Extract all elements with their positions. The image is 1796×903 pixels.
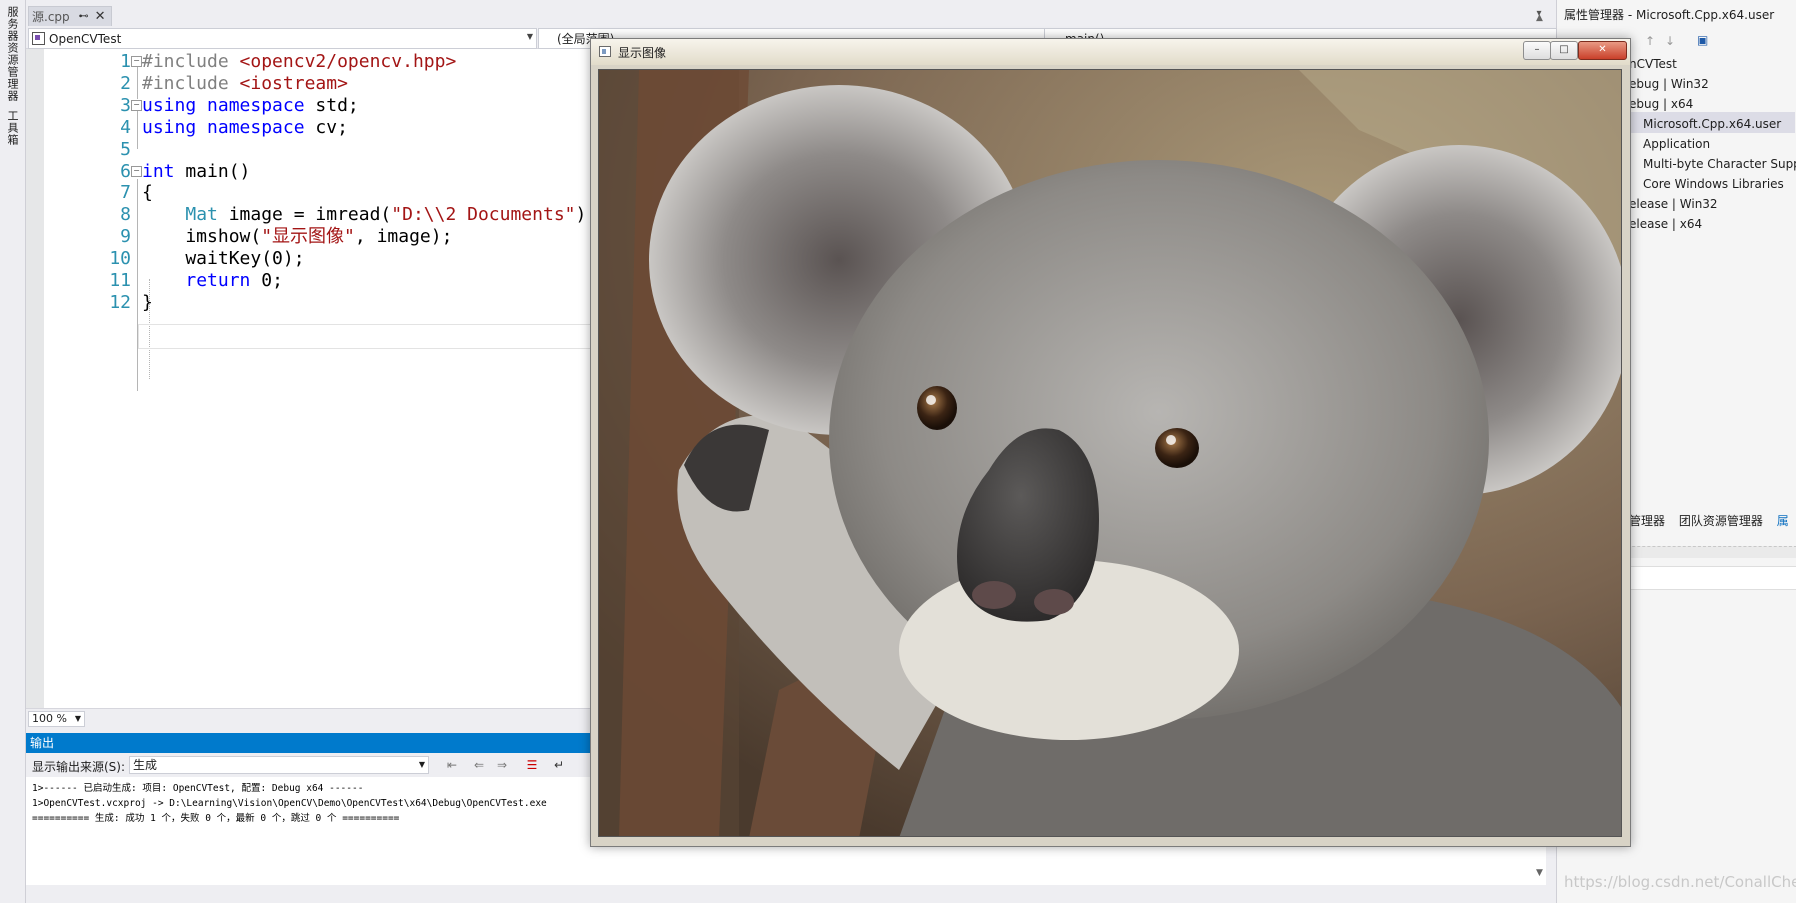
tree-item[interactable]: Multi-byte Character Support (1643, 154, 1796, 174)
koala-photo (599, 70, 1621, 836)
tree-item[interactable]: ebug | Win32 (1629, 74, 1709, 94)
save-icon[interactable]: ▣ (1697, 33, 1708, 47)
fold-toggle-icon[interactable]: − (131, 99, 142, 111)
tree-item[interactable]: elease | Win32 (1629, 194, 1718, 214)
tree-item[interactable]: nCVTest (1629, 54, 1677, 74)
line-number: 12 (109, 291, 131, 313)
chevron-down-icon: ▼ (526, 32, 533, 41)
chevron-down-icon: ▼ (74, 714, 81, 723)
code-text: } (142, 291, 153, 313)
tree-item[interactable]: elease | x64 (1629, 214, 1702, 234)
pin-icon[interactable]: ⊷ (79, 11, 89, 22)
panel-splitter[interactable] (1617, 546, 1796, 558)
fold-toggle-icon[interactable]: − (131, 165, 142, 177)
project-icon (32, 32, 45, 45)
tree-item[interactable]: Core Windows Libraries (1643, 174, 1784, 194)
move-down-icon[interactable]: ↓ (1665, 34, 1675, 48)
maximize-button[interactable]: □ (1550, 41, 1578, 60)
project-dropdown[interactable]: OpenCVTest ▼ (28, 28, 537, 49)
server-explorer-tab[interactable]: 服务器资源管理器 (4, 6, 20, 102)
output-source-value: 生成 (133, 758, 158, 772)
next-message-icon[interactable]: ⇒ (494, 757, 510, 773)
panel-tab-row: 源管理器 团队资源管理器 属 (1617, 512, 1796, 534)
tree-item[interactable]: ebug | x64 (1629, 94, 1693, 114)
window-title: 显示图像 (618, 46, 667, 60)
previous-message-icon[interactable]: ⇐ (471, 757, 487, 773)
scroll-down-icon[interactable]: ▼ (1536, 868, 1543, 878)
tree-item[interactable]: Application (1643, 134, 1710, 154)
status-strip (26, 885, 1546, 903)
move-up-icon[interactable]: ↑ (1645, 34, 1655, 48)
close-button[interactable]: ✕ (1578, 41, 1627, 60)
tab-source-cpp[interactable]: 源.cpp ⊷ ✕ (28, 6, 112, 26)
editor-tab-row: 源.cpp ⊷ ✕ ▾ (26, 0, 1546, 27)
window-app-icon (599, 46, 611, 57)
image-window[interactable]: 显示图像 – □ ✕ (590, 38, 1631, 847)
scroll-up-icon[interactable]: ▲ (1536, 13, 1543, 23)
output-source-dropdown[interactable]: 生成 ▼ (129, 756, 429, 774)
zoom-value: 100 % (32, 712, 67, 725)
fold-toggle-icon[interactable]: − (131, 56, 142, 67)
chevron-down-icon: ▼ (418, 760, 425, 769)
toolbox-tab[interactable]: 工具箱 (4, 110, 20, 146)
panel-title: 属性管理器 - Microsoft.Cpp.x64.user (1564, 8, 1775, 22)
find-message-icon[interactable]: ⇤ (444, 757, 460, 773)
watermark: https://blog.csdn.net/ConallChen (1564, 873, 1796, 891)
word-wrap-icon[interactable]: ↵ (551, 757, 567, 773)
tab-team-explorer[interactable]: 团队资源管理器 (1679, 514, 1763, 528)
output-source-label: 显示输出来源(S): (32, 760, 126, 774)
close-tab-icon[interactable]: ✕ (95, 9, 106, 24)
left-tool-strip: 服务器资源管理器 工具箱 (0, 0, 26, 903)
minimize-button[interactable]: – (1523, 41, 1551, 60)
tab-label: 源.cpp (32, 10, 70, 24)
project-value: OpenCVTest (49, 31, 122, 46)
clear-all-icon[interactable]: ☰ (524, 757, 540, 773)
property-list (1617, 566, 1796, 590)
zoom-dropdown[interactable]: 100 % ▼ (28, 711, 85, 727)
output-text: 1>------ 已启动生成: 项目: OpenCVTest, 配置: Debu… (32, 783, 547, 824)
window-titlebar[interactable]: 显示图像 – □ ✕ (591, 39, 1630, 65)
tab-properties[interactable]: 属 (1777, 514, 1789, 528)
koala-image (598, 69, 1622, 837)
tree-item-selected[interactable]: Microsoft.Cpp.x64.user (1643, 114, 1781, 134)
